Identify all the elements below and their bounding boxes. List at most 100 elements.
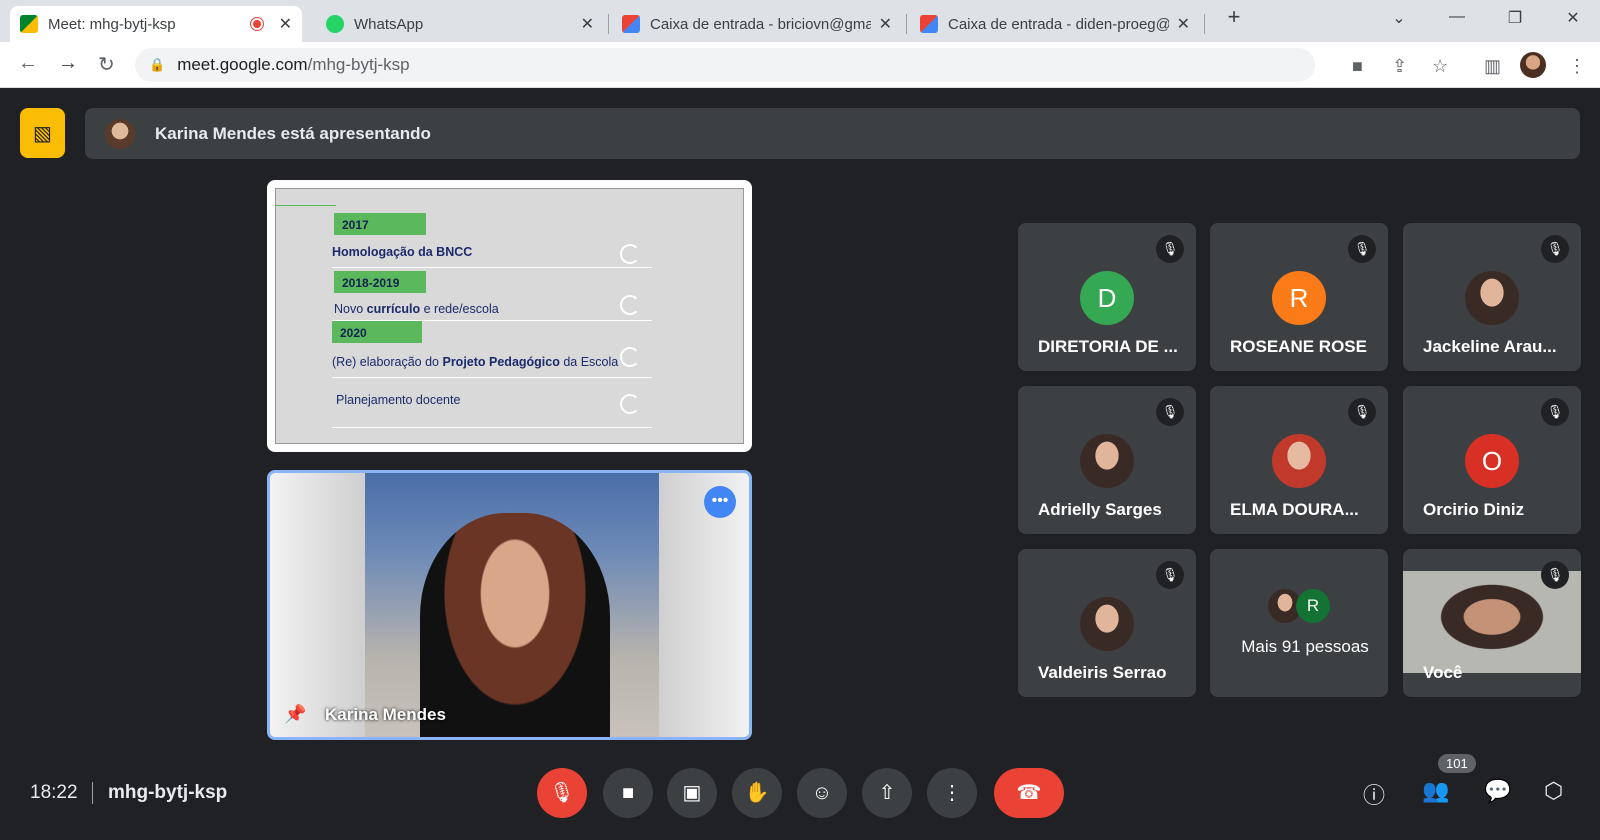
loading-spinner-icon xyxy=(620,295,640,315)
stop-presentation-view-icon[interactable]: ▧ xyxy=(20,108,65,158)
presenter-name: Karina Mendes xyxy=(325,705,446,724)
tab-divider xyxy=(608,14,609,34)
participant-name: Adrielly Sarges xyxy=(1038,500,1162,519)
presenter-video xyxy=(420,513,610,737)
share-icon[interactable]: ⇪ xyxy=(1392,56,1407,77)
slide-item: Planejamento docente xyxy=(336,393,461,407)
slide-item: Novo currículo e rede/escola xyxy=(334,302,499,316)
participant-name: ROSEANE ROSE xyxy=(1230,337,1367,356)
tab-title: Caixa de entrada - briciovn@gma xyxy=(650,15,871,33)
captions-button[interactable]: ▣ xyxy=(667,768,717,818)
divider xyxy=(92,782,93,804)
tab-gmail-1[interactable]: Caixa de entrada - briciovn@gma ✕ xyxy=(612,6,902,42)
minimize-icon[interactable]: — xyxy=(1442,8,1472,26)
mic-off-icon: 🎙 xyxy=(1348,235,1376,263)
mic-off-icon: 🎙 xyxy=(1156,235,1184,263)
people-icon[interactable]: 👥 xyxy=(1422,778,1449,804)
tab-whatsapp[interactable]: WhatsApp ✕ xyxy=(316,6,604,42)
mic-off-icon: 🎙 xyxy=(1541,235,1569,263)
slide-divider xyxy=(276,205,336,206)
mic-off-icon: 🎙 xyxy=(1541,561,1569,589)
browser-tab-strip: Meet: mhg-bytj-ksp ✕ WhatsApp ✕ Caixa de… xyxy=(0,0,1600,42)
slide-divider xyxy=(332,377,652,378)
presenting-text: Karina Mendes está apresentando xyxy=(155,123,431,143)
avatar xyxy=(1080,434,1134,488)
recording-icon xyxy=(250,18,263,30)
tab-title: WhatsApp xyxy=(354,15,424,33)
whatsapp-favicon-icon xyxy=(326,15,344,33)
slide-content: 2017 Homologação da BNCC 2018-2019 Novo … xyxy=(275,188,744,444)
raise-hand-button[interactable]: ✋ xyxy=(732,768,782,818)
more-people-tile[interactable]: R Mais 91 pessoas xyxy=(1210,549,1388,697)
slide-divider xyxy=(332,427,652,428)
close-tab-icon[interactable]: ✕ xyxy=(879,14,892,34)
slide-year: 2020 xyxy=(332,321,422,343)
reload-icon[interactable]: ↻ xyxy=(98,52,115,77)
activities-icon[interactable]: ⬡ xyxy=(1544,778,1563,804)
more-options-button[interactable]: ⋮ xyxy=(927,768,977,818)
participant-tile[interactable]: 🎙 Adrielly Sarges xyxy=(1018,386,1196,534)
restore-icon[interactable]: ❐ xyxy=(1500,8,1530,28)
back-icon[interactable]: ← xyxy=(18,52,38,75)
self-view-tile[interactable]: 🎙 Você xyxy=(1403,549,1581,697)
participant-name: Valdeiris Serrao xyxy=(1038,663,1167,682)
camera-button[interactable]: ■ xyxy=(603,768,653,818)
participant-name: Jackeline Arau... xyxy=(1423,337,1557,356)
address-bar[interactable]: 🔒 meet.google.com/mhg-bytj-ksp xyxy=(135,48,1315,82)
camera-in-use-icon[interactable]: ■ xyxy=(1352,56,1363,77)
new-tab-button[interactable]: + xyxy=(1219,4,1249,30)
participant-tile[interactable]: 🎙 D DIRETORIA DE ... xyxy=(1018,223,1196,371)
close-tab-icon[interactable]: ✕ xyxy=(581,14,594,34)
url-path: /mhg-bytj-ksp xyxy=(307,55,410,74)
gmail-favicon-icon xyxy=(622,15,640,33)
mic-off-button[interactable]: 🎙 xyxy=(537,768,587,818)
participant-tile[interactable]: 🎙 O Orcirio Diniz xyxy=(1403,386,1581,534)
profile-avatar[interactable] xyxy=(1520,52,1546,78)
avatar xyxy=(1080,597,1134,651)
mic-off-icon: 🎙 xyxy=(1156,398,1184,426)
slide-item: (Re) elaboração do Projeto Pedagógico da… xyxy=(332,355,619,369)
present-screen-button[interactable]: ⇧ xyxy=(862,768,912,818)
more-options-icon[interactable]: ••• xyxy=(704,486,736,518)
avatar xyxy=(1465,271,1519,325)
presenter-avatar xyxy=(105,118,135,149)
video-background xyxy=(270,473,365,737)
forward-icon[interactable]: → xyxy=(58,52,78,75)
meeting-info-icon[interactable]: ⓘ xyxy=(1363,778,1385,810)
menu-kebab-icon[interactable]: ⋮ xyxy=(1568,56,1586,77)
gmail-favicon-icon xyxy=(920,15,938,33)
slide-year: 2017 xyxy=(334,213,426,235)
slide-divider xyxy=(332,267,652,268)
reactions-button[interactable]: ☺ xyxy=(797,768,847,818)
avatar: R xyxy=(1296,589,1330,623)
tab-divider xyxy=(906,14,907,34)
participant-tile[interactable]: 🎙 Jackeline Arau... xyxy=(1403,223,1581,371)
shared-screen[interactable]: 2017 Homologação da BNCC 2018-2019 Novo … xyxy=(267,180,752,452)
participant-tile[interactable]: 🎙 R ROSEANE ROSE xyxy=(1210,223,1388,371)
pin-icon[interactable]: 📌 xyxy=(284,704,306,725)
close-window-icon[interactable]: ✕ xyxy=(1558,8,1588,28)
mic-off-icon: 🎙 xyxy=(1348,398,1376,426)
tab-search-icon[interactable]: ⌄ xyxy=(1384,8,1414,28)
participant-name: Você xyxy=(1423,663,1463,682)
loading-spinner-icon xyxy=(620,394,640,414)
close-tab-icon[interactable]: ✕ xyxy=(279,14,292,34)
participant-tile[interactable]: 🎙 Valdeiris Serrao xyxy=(1018,549,1196,697)
avatar: O xyxy=(1465,434,1519,488)
loading-spinner-icon xyxy=(620,244,640,264)
slide-item: Homologação da BNCC xyxy=(332,245,473,259)
tab-meet[interactable]: Meet: mhg-bytj-ksp ✕ xyxy=(10,6,302,42)
mic-off-icon: 🎙 xyxy=(1156,561,1184,589)
presenting-banner: Karina Mendes está apresentando xyxy=(85,108,1580,159)
close-tab-icon[interactable]: ✕ xyxy=(1177,14,1190,34)
meeting-controls-bar: 18:22 mhg-bytj-ksp 🎙 ■ ▣ ✋ ☺ ⇧ ⋮ ☎ ⓘ 👥 1… xyxy=(0,754,1600,840)
participant-tile[interactable]: 🎙 ELMA DOURA... xyxy=(1210,386,1388,534)
bookmark-star-icon[interactable]: ☆ xyxy=(1432,56,1448,77)
tab-gmail-2[interactable]: Caixa de entrada - diden-proeg@ ✕ xyxy=(910,6,1200,42)
presenter-video-tile[interactable]: ••• 📌 Karina Mendes xyxy=(267,470,752,740)
mic-off-icon: 🎙 xyxy=(1541,398,1569,426)
leave-call-button[interactable]: ☎ xyxy=(994,768,1064,818)
chat-icon[interactable]: 💬 xyxy=(1484,778,1511,804)
loading-spinner-icon xyxy=(620,347,640,367)
side-panel-icon[interactable]: ▥ xyxy=(1484,56,1501,77)
